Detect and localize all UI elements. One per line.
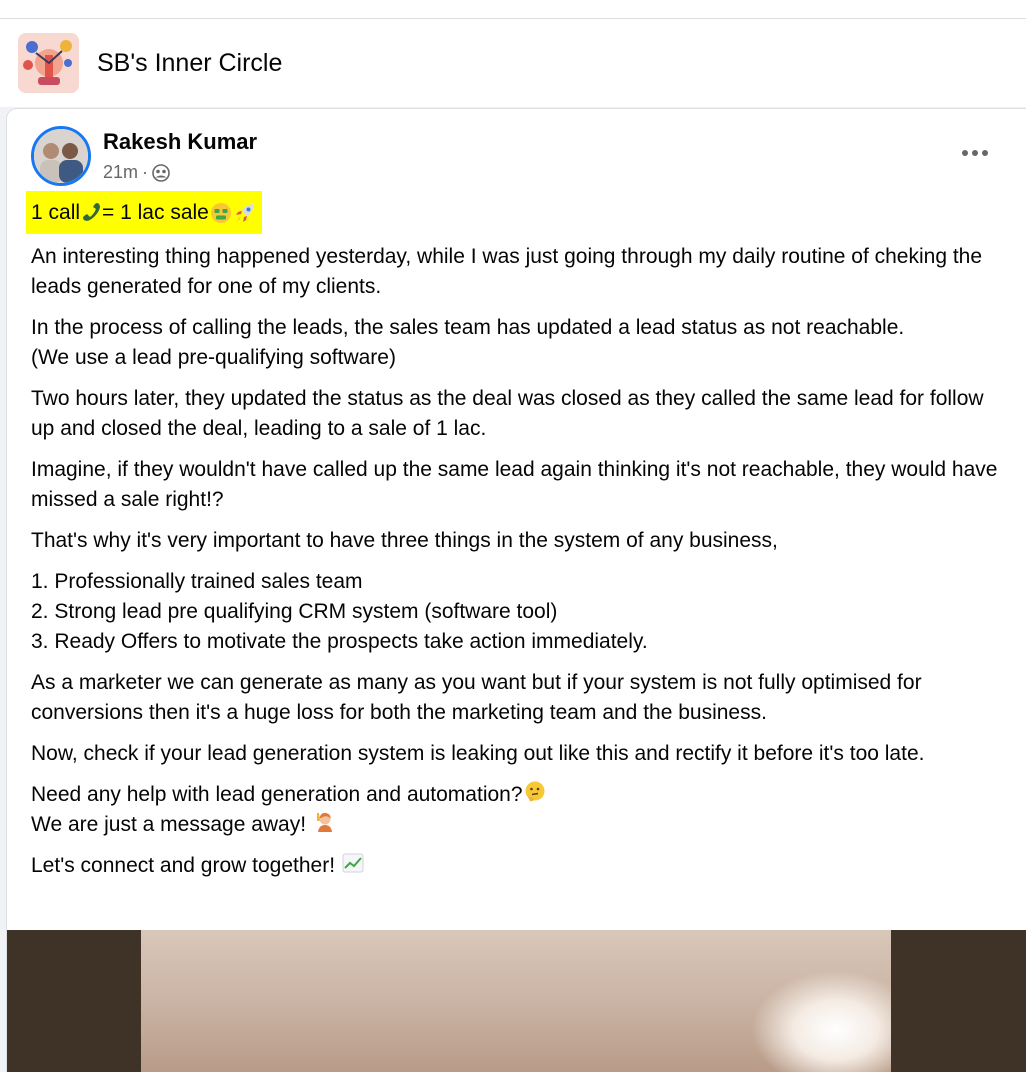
post-time[interactable]: 21m bbox=[103, 162, 138, 183]
paragraph-line: Two hours later, they updated the status… bbox=[31, 387, 984, 440]
headline-part-2: = 1 lac sale bbox=[102, 200, 209, 224]
telephone-receiver-icon bbox=[83, 202, 100, 221]
paragraph-line: An interesting thing happened yesterday,… bbox=[31, 245, 983, 298]
paragraph-line: (We use a lead pre-qualifying software) bbox=[31, 346, 396, 369]
paragraph-line: Now, check if your lead generation syste… bbox=[31, 742, 925, 765]
more-options-button[interactable] bbox=[957, 139, 993, 167]
cta-line-2: We are just a message away! bbox=[31, 813, 312, 836]
author-avatar[interactable] bbox=[31, 126, 91, 186]
group-audience-icon bbox=[152, 163, 170, 182]
post-photo[interactable] bbox=[141, 930, 891, 1072]
profile-photo-icon bbox=[34, 129, 88, 183]
post-meta: 21m · bbox=[103, 162, 170, 183]
paragraph: Now, check if your lead generation syste… bbox=[31, 739, 1006, 769]
cta-paragraph: Need any help with lead generation and a… bbox=[31, 780, 1006, 840]
top-bar bbox=[0, 0, 1026, 19]
paragraph-line: As a marketer we can generate as many as… bbox=[31, 671, 922, 724]
post-body: An interesting thing happened yesterday,… bbox=[31, 242, 1006, 892]
headline-part-1: 1 call bbox=[31, 200, 81, 224]
paragraph: Two hours later, they updated the status… bbox=[31, 384, 1006, 444]
more-options-icon bbox=[962, 150, 988, 156]
group-illustration-icon bbox=[18, 33, 79, 93]
group-title[interactable]: SB's Inner Circle bbox=[97, 49, 282, 78]
list-item: 2. Strong lead pre qualifying CRM system… bbox=[31, 600, 558, 623]
paragraph: In the process of calling the leads, the… bbox=[31, 313, 1006, 373]
post-card: Rakesh Kumar 21m · 1 call = 1 lac sale A… bbox=[7, 109, 1026, 1072]
numbered-list: 1. Professionally trained sales team 2. … bbox=[31, 567, 1006, 657]
money-mouth-face-icon bbox=[210, 202, 231, 223]
list-item: 1. Professionally trained sales team bbox=[31, 570, 363, 593]
thinking-face-icon bbox=[525, 781, 545, 802]
post-headline: 1 call = 1 lac sale bbox=[26, 191, 262, 234]
paragraph-line: In the process of calling the leads, the… bbox=[31, 316, 905, 339]
paragraph-line: Imagine, if they wouldn't have called up… bbox=[31, 458, 998, 511]
person-raising-hand-icon bbox=[316, 812, 332, 832]
paragraph-line: That's why it's very important to have t… bbox=[31, 529, 778, 552]
group-avatar[interactable] bbox=[18, 33, 79, 93]
meta-separator: · bbox=[142, 162, 149, 182]
paragraph: That's why it's very important to have t… bbox=[31, 526, 1006, 556]
post-media[interactable] bbox=[7, 930, 1026, 1072]
list-item: 3. Ready Offers to motivate the prospect… bbox=[31, 630, 648, 653]
cta-line: We are just a message away! bbox=[31, 810, 1006, 840]
paragraph: As a marketer we can generate as many as… bbox=[31, 668, 1006, 728]
cta-line-1: Need any help with lead generation and a… bbox=[31, 783, 523, 806]
paragraph: An interesting thing happened yesterday,… bbox=[31, 242, 1006, 302]
chart-increasing-icon bbox=[342, 853, 364, 873]
paragraph: Imagine, if they wouldn't have called up… bbox=[31, 455, 1006, 515]
closing-line: Let's connect and grow together! bbox=[31, 851, 1006, 881]
cta-line: Need any help with lead generation and a… bbox=[31, 780, 1006, 810]
photo-light-glow bbox=[751, 970, 891, 1072]
group-header: SB's Inner Circle bbox=[0, 19, 1026, 107]
closing-text: Let's connect and grow together! bbox=[31, 854, 341, 877]
rocket-icon bbox=[235, 203, 254, 222]
closing-paragraph: Let's connect and grow together! bbox=[31, 851, 1006, 881]
author-name[interactable]: Rakesh Kumar bbox=[103, 129, 257, 155]
